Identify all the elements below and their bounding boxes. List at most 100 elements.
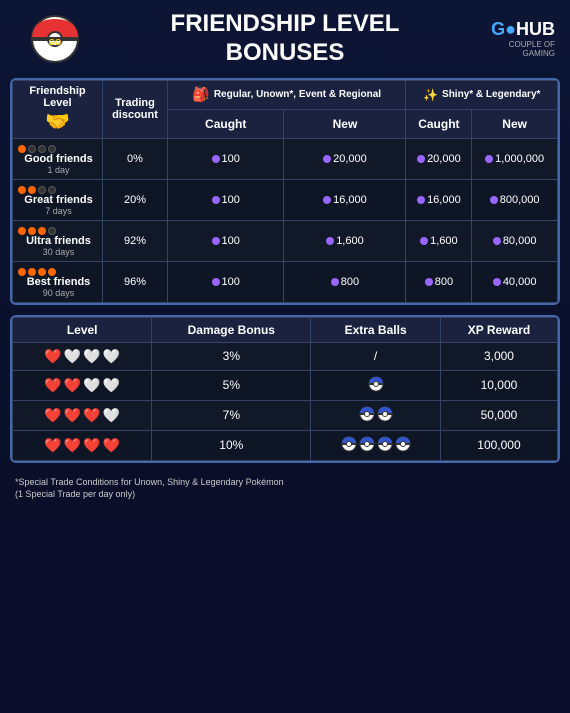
balls-cell-1 (311, 370, 441, 400)
handshake-icon: 🤝 (16, 109, 99, 134)
heart-full-icon: ❤️ (64, 437, 81, 454)
ball-icon-0 (368, 376, 384, 395)
heart-full-icon: ❤️ (83, 407, 100, 424)
heart-full-icon: ❤️ (44, 437, 61, 454)
trade-table-container: Friendship Level 🤝 Trading discount 🎒 Re… (10, 78, 560, 305)
ball-icon-3 (395, 436, 411, 455)
heart-empty-icon: 🤍 (64, 348, 81, 365)
shiny-new-cell-0: 1,000,000 (472, 138, 558, 179)
bonus-row-2: ❤️❤️❤️🤍 7% 50,000 (13, 400, 558, 430)
heart-empty-icon: 🤍 (83, 348, 100, 365)
discount-cell-0: 0% (103, 138, 168, 179)
new-cell-3: 800 (284, 261, 406, 302)
xp-cell-1: 10,000 (440, 370, 557, 400)
heart-empty-icon: 🤍 (103, 377, 120, 394)
damage-cell-2: 7% (152, 400, 311, 430)
heart-empty-icon: 🤍 (103, 407, 120, 424)
new-cell-1: 16,000 (284, 179, 406, 220)
friendship-cell-0: Good friends 1 day (13, 138, 103, 179)
bonus-row-0: ❤️🤍🤍🤍 3% / 3,000 (13, 342, 558, 370)
sub-new-1: New (284, 110, 406, 138)
balls-cell-0: / (311, 342, 441, 370)
pokemon-go-logo: GO (15, 14, 95, 64)
level-cell-3: ❤️❤️❤️❤️ (13, 430, 152, 460)
level-cell-0: ❤️🤍🤍🤍 (13, 342, 152, 370)
friendship-cell-1: Great friends 7 days (13, 179, 103, 220)
gohub-sub: COUPLE OF GAMING (475, 40, 555, 58)
pokeball-logo-icon: GO (30, 14, 80, 64)
page-wrapper: GO Friendship Level Bonuses G●HUB COUPLE… (0, 0, 570, 516)
discount-cell-2: 92% (103, 220, 168, 261)
balls-cell-2 (311, 400, 441, 430)
shiny-caught-cell-1: 16,000 (406, 179, 472, 220)
new-cell-2: 1,600 (284, 220, 406, 261)
ball-icon-2 (377, 436, 393, 455)
gohub-text: G●HUB (475, 20, 555, 38)
col-regular-header: 🎒 Regular, Unown*, Event & Regional (168, 80, 406, 110)
friendship-cell-2: Ultra friends 30 days (13, 220, 103, 261)
shiny-caught-cell-0: 20,000 (406, 138, 472, 179)
friend-name-0: Good friends (18, 153, 99, 165)
col-trading-header: Trading discount (103, 80, 168, 138)
trade-row-2: Ultra friends 30 days 92% 100 1,600 1,60… (13, 220, 558, 261)
sub-new-2: New (472, 110, 558, 138)
heart-full-icon: ❤️ (103, 437, 120, 454)
col-balls-header: Extra Balls (311, 317, 441, 342)
heart-full-icon: ❤️ (64, 407, 81, 424)
shiny-caught-cell-3: 800 (406, 261, 472, 302)
heart-full-icon: ❤️ (83, 437, 100, 454)
heart-full-icon: ❤️ (44, 348, 61, 365)
heart-full-icon: ❤️ (44, 377, 61, 394)
col-xp-header: XP Reward (440, 317, 557, 342)
trade-tbody: Good friends 1 day 0% 100 20,000 20,000 … (13, 138, 558, 302)
trade-row-0: Good friends 1 day 0% 100 20,000 20,000 … (13, 138, 558, 179)
xp-cell-3: 100,000 (440, 430, 557, 460)
caught-cell-1: 100 (168, 179, 284, 220)
discount-cell-1: 20% (103, 179, 168, 220)
damage-cell-1: 5% (152, 370, 311, 400)
xp-cell-2: 50,000 (440, 400, 557, 430)
damage-cell-0: 3% (152, 342, 311, 370)
friend-name-1: Great friends (18, 194, 99, 206)
shiny-icon: ✨ (423, 88, 438, 102)
bonus-table-container: Level Damage Bonus Extra Balls XP Reward… (10, 315, 560, 463)
friend-days-3: 90 days (18, 288, 99, 298)
bonus-table: Level Damage Bonus Extra Balls XP Reward… (12, 317, 558, 461)
bonus-row-1: ❤️❤️🤍🤍 5% 10,000 (13, 370, 558, 400)
col-shiny-header: ✨ Shiny* & Legendary* (406, 80, 558, 110)
friend-days-0: 1 day (18, 165, 99, 175)
balls-cell-3 (311, 430, 441, 460)
shiny-new-cell-3: 40,000 (472, 261, 558, 302)
level-cell-1: ❤️❤️🤍🤍 (13, 370, 152, 400)
regular-icon: 🎒 (192, 86, 209, 103)
sub-caught-2: Caught (406, 110, 472, 138)
bonus-tbody: ❤️🤍🤍🤍 3% / 3,000 ❤️❤️🤍🤍 5% 10,000 ❤️❤️❤️… (13, 342, 558, 460)
new-cell-0: 20,000 (284, 138, 406, 179)
shiny-new-cell-2: 80,000 (472, 220, 558, 261)
ball-icon-0 (341, 436, 357, 455)
gohub-logo: G●HUB COUPLE OF GAMING (475, 20, 555, 58)
sub-caught-1: Caught (168, 110, 284, 138)
caught-cell-3: 100 (168, 261, 284, 302)
friend-days-2: 30 days (18, 247, 99, 257)
col-friendship-header: Friendship Level 🤝 (13, 80, 103, 138)
friendship-cell-3: Best friends 90 days (13, 261, 103, 302)
shiny-caught-cell-2: 1,600 (406, 220, 472, 261)
page-title: Friendship Level Bonuses (95, 10, 475, 68)
footer-note: *Special Trade Conditions for Unown, Shi… (10, 471, 560, 506)
bonus-header-row: Level Damage Bonus Extra Balls XP Reward (13, 317, 558, 342)
title-block: Friendship Level Bonuses (95, 10, 475, 68)
col-damage-header: Damage Bonus (152, 317, 311, 342)
discount-cell-3: 96% (103, 261, 168, 302)
friend-days-1: 7 days (18, 206, 99, 216)
friend-name-3: Best friends (18, 276, 99, 288)
damage-cell-3: 10% (152, 430, 311, 460)
trade-row-1: Great friends 7 days 20% 100 16,000 16,0… (13, 179, 558, 220)
friend-name-2: Ultra friends (18, 235, 99, 247)
svg-text:GO: GO (49, 38, 61, 47)
ball-icon-0 (359, 406, 375, 425)
heart-empty-icon: 🤍 (83, 377, 100, 394)
header: GO Friendship Level Bonuses G●HUB COUPLE… (10, 10, 560, 68)
heart-empty-icon: 🤍 (103, 348, 120, 365)
trade-table: Friendship Level 🤝 Trading discount 🎒 Re… (12, 80, 558, 303)
